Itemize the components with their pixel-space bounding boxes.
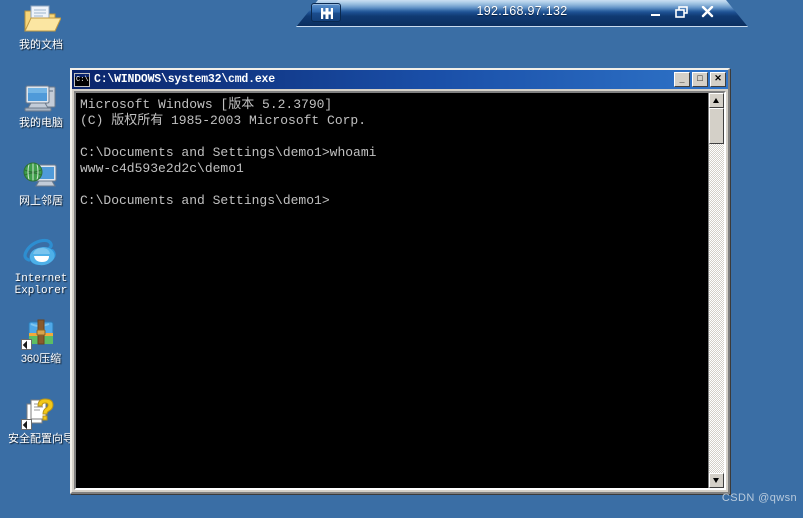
desktop-icon-label: 我的电脑 <box>19 117 63 129</box>
cmd-maximize-button[interactable]: □ <box>692 72 708 87</box>
internet-explorer-icon <box>21 236 61 270</box>
cmd-window-title: C:\WINDOWS\system32\cmd.exe <box>94 73 275 86</box>
console-line: C:\Documents and Settings\demo1> <box>80 193 330 208</box>
cmd-client-area: Microsoft Windows [版本 5.2.3790] (C) 版权所有 … <box>74 91 726 490</box>
scroll-up-arrow[interactable] <box>709 93 724 108</box>
command-prompt-window[interactable]: C:\ C:\WINDOWS\system32\cmd.exe _ □ ✕ Mi… <box>70 68 730 494</box>
desktop-icon-my-computer[interactable]: 我的电脑 <box>6 80 76 129</box>
rdp-minimize-button[interactable] <box>646 2 666 22</box>
desktop-icon-label: 360压缩 <box>20 353 62 365</box>
security-configuration-wizard-icon <box>21 396 61 430</box>
rdp-connection-bar[interactable]: 192.168.97.132 <box>296 0 748 27</box>
my-documents-icon <box>21 2 62 36</box>
scrollbar-thumb[interactable] <box>709 108 724 144</box>
desktop-icon-label: 网上邻居 <box>19 195 63 207</box>
csdn-watermark: CSDN @qwsn <box>721 492 797 504</box>
desktop-icon-my-documents[interactable]: 我的文档 <box>6 2 76 51</box>
desktop-icon-security-configuration-wizard[interactable]: 安全配置向导 <box>6 396 76 445</box>
cmd-close-button[interactable]: ✕ <box>710 72 726 87</box>
console-line: www-c4d593e2d2c\demo1 <box>80 161 244 176</box>
shortcut-overlay-icon <box>21 339 32 350</box>
network-places-icon <box>21 158 61 192</box>
desktop-icon-network-places[interactable]: 网上邻居 <box>6 158 76 207</box>
desktop-icon-label: 我的文档 <box>19 39 63 51</box>
console-output[interactable]: Microsoft Windows [版本 5.2.3790] (C) 版权所有 … <box>76 93 708 488</box>
360-zip-icon <box>21 316 61 350</box>
console-line: (C) 版权所有 1985-2003 Microsoft Corp. <box>80 113 367 128</box>
scroll-down-arrow[interactable] <box>709 473 724 488</box>
cmd-minimize-button[interactable]: _ <box>674 72 690 87</box>
console-icon: C:\ <box>74 72 90 87</box>
console-vertical-scrollbar[interactable] <box>708 93 724 488</box>
shortcut-overlay-icon <box>21 419 32 430</box>
rdp-restore-button[interactable] <box>672 2 692 22</box>
console-line: Microsoft Windows [版本 5.2.3790] <box>80 97 333 112</box>
my-computer-icon <box>21 80 61 114</box>
console-icon-text: C:\ <box>76 75 89 84</box>
cmd-minimize-label: _ <box>679 74 685 84</box>
desktop-icon-label: Internet Explorer <box>14 273 68 297</box>
console-line: C:\Documents and Settings\demo1>whoami <box>80 145 377 160</box>
desktop-icon-360-zip[interactable]: 360压缩 <box>6 316 76 365</box>
cmd-close-label: ✕ <box>714 73 722 83</box>
desktop-icon-label: 安全配置向导 <box>8 433 74 445</box>
desktop-icon-internet-explorer[interactable]: Internet Explorer <box>6 236 76 297</box>
cmd-maximize-label: □ <box>697 73 703 83</box>
cmd-title-bar[interactable]: C:\ C:\WINDOWS\system32\cmd.exe _ □ ✕ <box>72 70 728 89</box>
rdp-close-button[interactable] <box>698 2 718 22</box>
scrollbar-track[interactable] <box>709 108 724 473</box>
remote-desktop-screen: 我的文档 我的电脑 网上邻居 Internet Explorer 360压缩 安… <box>0 0 803 518</box>
